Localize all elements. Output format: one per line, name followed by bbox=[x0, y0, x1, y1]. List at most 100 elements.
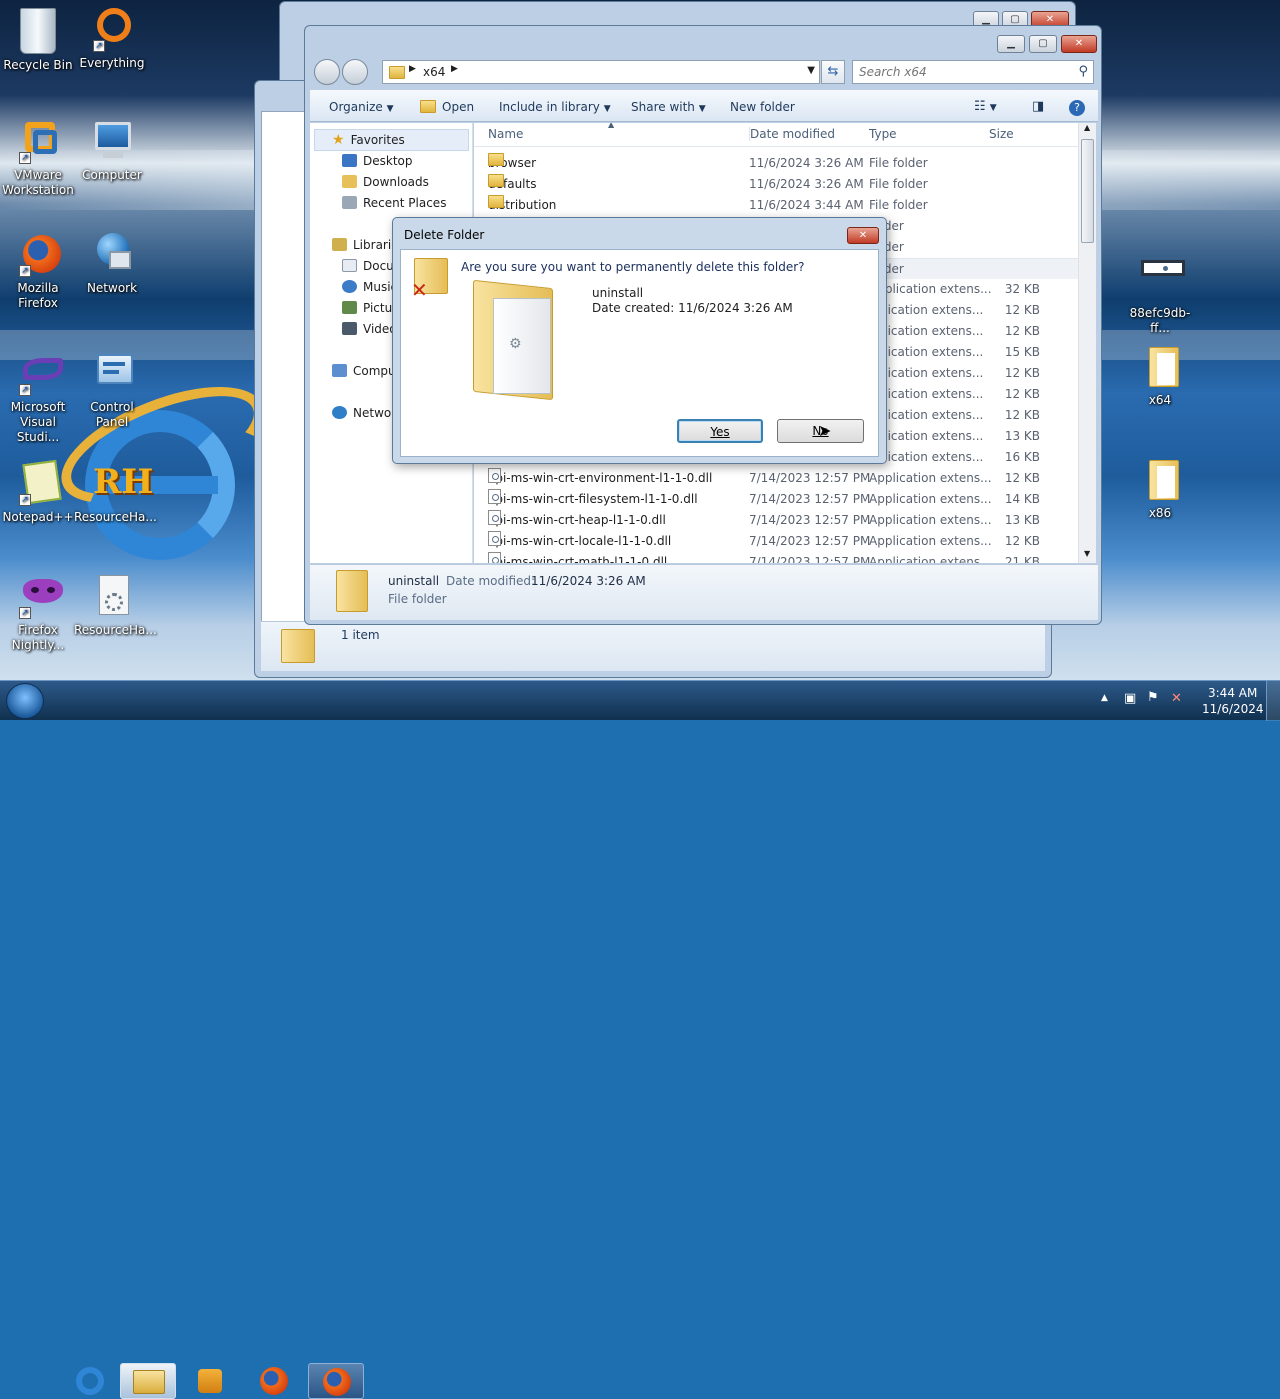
row-date: 7/14/2023 12:57 PM bbox=[749, 513, 871, 527]
nav-network[interactable]: Networ bbox=[332, 403, 396, 424]
desktop-icon-visual-studio[interactable]: ➚ Microsoft Visual Studi... bbox=[0, 352, 76, 445]
back-button[interactable] bbox=[314, 59, 340, 85]
desktop-icon-resource-hacker[interactable]: RH ResourceHa... bbox=[74, 462, 157, 525]
command-bar: Organize ▼ Open Include in library ▼ Sha… bbox=[310, 90, 1098, 122]
desktop-icon-label: Microsoft Visual Studi... bbox=[10, 400, 66, 444]
nav-videos[interactable]: Video bbox=[342, 319, 397, 340]
column-header-name[interactable]: Name bbox=[488, 127, 523, 141]
dialog-close-button[interactable]: ✕ bbox=[847, 227, 879, 244]
dll-file-icon bbox=[488, 531, 501, 546]
include-in-library-menu[interactable]: Include in library ▼ bbox=[499, 99, 611, 115]
nav-desktop[interactable]: Desktop bbox=[342, 151, 413, 172]
share-with-menu[interactable]: Share with ▼ bbox=[631, 99, 706, 115]
nav-libraries[interactable]: Librarie bbox=[332, 235, 399, 256]
desktop-icon-x86-folder[interactable]: x86 bbox=[1122, 458, 1198, 521]
table-row[interactable]: api-ms-win-crt-environment-l1-1-0.dll 7/1… bbox=[474, 468, 1078, 489]
table-row[interactable]: api-ms-win-crt-heap-l1-1-0.dll 7/14/2023 … bbox=[474, 510, 1078, 531]
maximize-button[interactable]: ▢ bbox=[1029, 35, 1057, 53]
open-button[interactable]: Open bbox=[420, 99, 474, 115]
tray-network-icon[interactable]: ▣ bbox=[1124, 691, 1136, 706]
table-row[interactable]: browser 11/6/2024 3:26 AM File folder bbox=[474, 153, 1078, 174]
search-input[interactable] bbox=[859, 64, 1059, 80]
delete-folder-dialog[interactable]: Delete Folder ✕ ✕ Are you sure you want … bbox=[392, 217, 887, 464]
clock-date[interactable]: 11/6/2024 bbox=[1202, 702, 1264, 716]
desktop-icon-firefox[interactable]: ➚ Mozilla Firefox bbox=[0, 233, 76, 311]
desktop-icon-vmware[interactable]: ➚ VMware Workstation bbox=[0, 120, 76, 198]
folder-icon bbox=[488, 195, 504, 208]
address-bar[interactable]: ▶ x64 ▶ ▼ bbox=[382, 60, 820, 84]
sort-ascending-icon: ▲ bbox=[608, 123, 615, 129]
close-button[interactable]: ✕ bbox=[1061, 35, 1097, 53]
desktop-icon-label: Everything bbox=[79, 56, 145, 70]
nav-music[interactable]: Music bbox=[342, 277, 397, 298]
desktop-icon-computer[interactable]: Computer bbox=[74, 120, 150, 183]
table-row[interactable]: defaults 11/6/2024 3:26 AM File folder bbox=[474, 174, 1078, 195]
nav-favorites[interactable]: ★ Favorites bbox=[332, 130, 405, 151]
tray-volume-muted-icon[interactable]: ✕ bbox=[1171, 691, 1182, 706]
nav-label: Docu bbox=[363, 259, 394, 273]
desktop-icon-label: ResourceHa... bbox=[74, 623, 157, 637]
forward-button[interactable] bbox=[342, 59, 368, 85]
preview-pane-button[interactable]: ◨ bbox=[1032, 99, 1044, 115]
nav-downloads[interactable]: Downloads bbox=[342, 172, 429, 193]
folder-open-icon bbox=[420, 100, 436, 113]
desktop-icon-everything[interactable]: ➚ Everything bbox=[74, 8, 150, 71]
resource-hacker-icon: RH bbox=[93, 462, 154, 502]
scrollbar-thumb[interactable] bbox=[1081, 139, 1094, 243]
table-row[interactable]: api-ms-win-crt-math-l1-1-0.dll 7/14/2023 … bbox=[474, 552, 1078, 563]
scroll-up-icon[interactable]: ▲ bbox=[1084, 123, 1090, 132]
new-folder-button[interactable]: New folder bbox=[730, 99, 795, 115]
taskbar-firefox-active[interactable] bbox=[308, 1363, 364, 1399]
help-button[interactable]: ? bbox=[1069, 99, 1085, 116]
taskbar-internet-explorer[interactable] bbox=[62, 1363, 118, 1399]
table-row[interactable]: api-ms-win-crt-filesystem-l1-1-0.dll 7/14… bbox=[474, 489, 1078, 510]
table-row[interactable]: api-ms-win-crt-locale-l1-1-0.dll 7/14/202… bbox=[474, 531, 1078, 552]
refresh-button[interactable]: ⇆ bbox=[821, 60, 845, 84]
clock-time[interactable]: 3:44 AM bbox=[1208, 686, 1257, 700]
table-row[interactable]: distribution 11/6/2024 3:44 AM File folder bbox=[474, 195, 1078, 216]
taskbar-media-player[interactable] bbox=[182, 1363, 238, 1399]
address-dropdown-icon[interactable]: ▼ bbox=[807, 65, 815, 76]
nav-label: Favorites bbox=[350, 133, 405, 147]
column-header-size[interactable]: Size bbox=[989, 127, 1014, 141]
desktop-icon-network[interactable]: Network bbox=[74, 233, 150, 296]
desktop-icon-control-panel[interactable]: Control Panel bbox=[74, 352, 150, 430]
tray-action-center-icon[interactable]: ⚑ bbox=[1147, 690, 1159, 705]
nav-computer[interactable]: Compu bbox=[332, 361, 396, 382]
downloads-icon bbox=[342, 175, 357, 188]
column-header-type[interactable]: Type bbox=[869, 127, 897, 141]
show-desktop-button[interactable] bbox=[1266, 681, 1280, 721]
nav-pictures[interactable]: Pictur bbox=[342, 298, 397, 319]
desktop-icon-notepad-plus-plus[interactable]: ➚ Notepad++ bbox=[0, 459, 76, 525]
scroll-down-icon[interactable]: ▼ bbox=[1084, 549, 1090, 558]
minimize-button[interactable]: ▁ bbox=[997, 35, 1025, 53]
desktop-icon-recycle-bin[interactable]: Recycle Bin bbox=[0, 8, 76, 73]
yes-button[interactable]: Yes bbox=[677, 419, 763, 443]
column-header-date[interactable]: Date modified bbox=[749, 127, 835, 141]
internet-explorer-icon bbox=[76, 1367, 104, 1395]
row-date: 11/6/2024 3:26 AM bbox=[749, 177, 864, 191]
network-icon bbox=[89, 233, 135, 277]
media-player-icon bbox=[198, 1369, 222, 1393]
desktop-icon-hash-file[interactable]: 88efc9db-ff... bbox=[1122, 258, 1198, 336]
desktop-icon-firefox-nightly[interactable]: ➚ Firefox Nightly... bbox=[0, 575, 76, 653]
desktop-icon-resource-hacker-setup[interactable]: ResourceHa... bbox=[74, 575, 157, 638]
nav-recent-places[interactable]: Recent Places bbox=[342, 193, 446, 214]
desktop-icon-x64-folder[interactable]: x64 bbox=[1122, 345, 1198, 408]
organize-menu[interactable]: Organize ▼ bbox=[329, 99, 394, 115]
show-hidden-icons-icon[interactable]: ▲ bbox=[1101, 693, 1108, 703]
taskbar-firefox[interactable] bbox=[246, 1363, 302, 1399]
red-x-icon: ✕ bbox=[411, 278, 428, 302]
nav-documents[interactable]: Docu bbox=[342, 256, 394, 277]
folder-icon bbox=[281, 629, 315, 663]
taskbar-windows-explorer[interactable] bbox=[120, 1363, 176, 1399]
start-button[interactable] bbox=[6, 683, 44, 719]
search-box[interactable]: ⚲ bbox=[852, 60, 1094, 84]
star-icon: ★ bbox=[332, 132, 345, 148]
row-size: 12 KB bbox=[1004, 534, 1040, 548]
breadcrumb-x64[interactable]: x64 bbox=[423, 65, 445, 79]
details-date: 11/6/2024 3:26 AM bbox=[531, 574, 646, 588]
vertical-scrollbar[interactable]: ▲ ▼ bbox=[1078, 123, 1096, 563]
notepad-plus-plus-icon: ➚ bbox=[15, 459, 62, 506]
view-options-button[interactable]: ☷ ▼ bbox=[974, 99, 997, 115]
